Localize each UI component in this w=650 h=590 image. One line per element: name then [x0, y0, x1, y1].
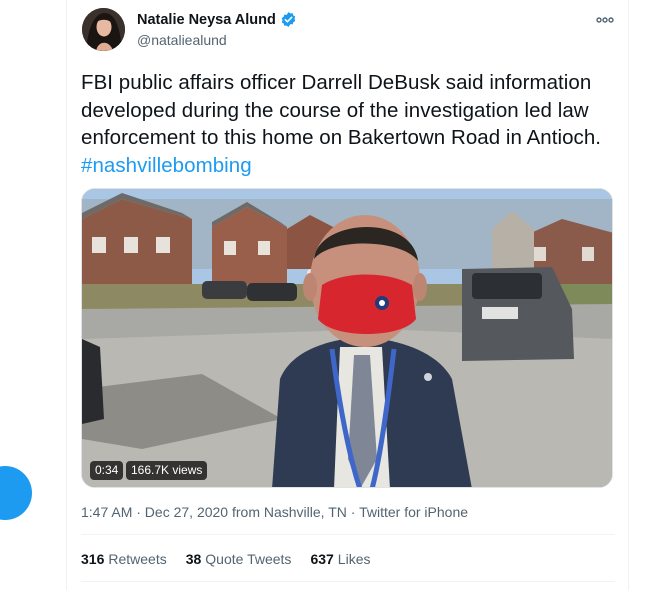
tweet-text-body: FBI public affairs officer Darrell DeBus…: [81, 71, 602, 149]
retweets-stat[interactable]: 316 Retweets: [81, 551, 167, 567]
likes-count: 637: [310, 551, 334, 567]
hashtag-link[interactable]: #nashvillebombing: [81, 154, 252, 177]
likes-label: Likes: [337, 551, 371, 567]
tweet-stats: 316 Retweets 38 Quote Tweets 637 Likes: [81, 551, 370, 567]
author-handle[interactable]: @nataliealund: [137, 32, 227, 48]
meta-separator: ·: [350, 504, 356, 520]
tweet-timestamp[interactable]: 1:47 AM · Dec 27, 2020: [81, 504, 228, 520]
retweets-count: 316: [81, 551, 105, 567]
divider-bottom: [81, 581, 615, 582]
author-name-row[interactable]: Natalie Neysa Alund: [137, 11, 297, 28]
compose-tweet-fab[interactable]: [0, 466, 32, 520]
tweet-text: FBI public affairs officer Darrell DeBus…: [81, 69, 621, 179]
tweet-location: from Nashville, TN: [231, 504, 347, 520]
retweets-label: Retweets: [108, 551, 167, 567]
video-views: 166.7K views: [126, 461, 208, 480]
quote-tweets-stat[interactable]: 38 Quote Tweets: [186, 551, 292, 567]
quote-tweets-label: Quote Tweets: [205, 551, 292, 567]
verified-badge-icon: [280, 11, 297, 28]
tweet: Natalie Neysa Alund @nataliealund FBI pu…: [66, 0, 630, 590]
video-player[interactable]: 0:34 166.7K views: [81, 188, 613, 488]
avatar[interactable]: [82, 8, 125, 51]
likes-stat[interactable]: 637 Likes: [310, 551, 370, 567]
video-duration: 0:34: [90, 461, 124, 480]
author-name[interactable]: Natalie Neysa Alund: [137, 12, 276, 28]
tweet-meta: 1:47 AM · Dec 27, 2020 from Nashville, T…: [81, 504, 468, 520]
divider: [81, 534, 615, 535]
video-thumbnail: [82, 189, 612, 487]
quote-tweets-count: 38: [185, 551, 202, 567]
more-options-icon[interactable]: [596, 12, 614, 23]
tweet-source[interactable]: Twitter for iPhone: [359, 504, 468, 520]
